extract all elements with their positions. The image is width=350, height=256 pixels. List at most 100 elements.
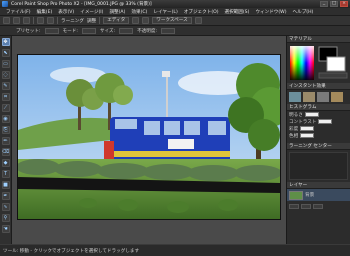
menu-selections[interactable]: 選択範囲(S) (225, 9, 250, 15)
materials-header[interactable]: マテリアル (287, 36, 350, 43)
open-file-icon[interactable] (13, 17, 20, 24)
new-file-icon[interactable] (3, 17, 10, 24)
ruler-icon[interactable] (142, 17, 150, 24)
contrast-field[interactable] (318, 119, 333, 124)
image-canvas[interactable] (17, 54, 281, 220)
toolbar-divider (99, 17, 101, 24)
layer-name: 背景 (305, 193, 315, 198)
layer-thumbnail (289, 190, 303, 200)
preset-dropdown[interactable] (44, 27, 59, 34)
brush-tool-icon[interactable]: ✏ (1, 137, 10, 145)
menu-objects[interactable]: オブジェクト(O) (184, 9, 219, 15)
menu-view[interactable]: 表示(V) (58, 9, 74, 15)
warp-tool-icon[interactable]: ∿ (1, 203, 10, 211)
histogram-header[interactable]: ヒストグラム (287, 104, 350, 111)
grid-icon[interactable] (132, 17, 140, 24)
lasso-tool-icon[interactable]: ◌ (1, 71, 10, 79)
redo-icon[interactable] (47, 17, 54, 24)
shape-tool-icon[interactable]: ■ (1, 181, 10, 189)
materials-panel (287, 43, 350, 83)
straighten-tool-icon[interactable]: ⟋ (1, 104, 10, 112)
hue-label: 色相 (289, 133, 299, 139)
status-text: ツール: 移動 - クリックでオブジェクトを選択してドラッグします (3, 248, 140, 254)
minimize-button[interactable]: _ (320, 1, 328, 7)
instant-effects-header[interactable]: インスタント効果 (287, 83, 350, 90)
maximize-button[interactable]: □ (330, 1, 338, 7)
help-icon[interactable] (194, 17, 202, 24)
close-button[interactable]: × (340, 1, 348, 7)
size-label: サイズ: (99, 28, 116, 34)
workspace-area (12, 36, 286, 244)
saturation-field[interactable] (300, 126, 315, 131)
effect-thumb[interactable] (331, 92, 343, 102)
learning-center-header[interactable]: ラーニング センター (287, 143, 350, 150)
crop-tool-icon[interactable]: ⌗ (1, 93, 10, 101)
app-icon (2, 1, 8, 7)
layer-row[interactable]: 背景 (287, 189, 350, 201)
pan-tool-icon[interactable]: ☚ (1, 225, 10, 233)
move-tool-icon[interactable]: ✥ (1, 38, 10, 46)
mode-label: モード: (62, 28, 78, 34)
clone-tool-icon[interactable]: ⎘ (1, 126, 10, 134)
tools-palette: ✥ ⬉ ▭ ◌ ✎ ⌗ ⟋ ◉ ⎘ ✏ ⌫ ◆ T ■ ✒ ∿ ⚲ ☚ (0, 36, 12, 244)
new-layer-icon[interactable] (289, 204, 299, 209)
learn-label[interactable]: ラーニング (61, 18, 84, 24)
pen-tool-icon[interactable]: ✒ (1, 192, 10, 200)
right-palettes: マテリアル インスタント効果 ヒストグラム 明るさ コントラスト 彩度 色相 ラ… (286, 36, 350, 244)
menu-bar: ファイル(F) 編集(E) 表示(V) イメージ(I) 調整(A) 効果(C) … (0, 8, 350, 16)
contrast-label: コントラスト (289, 119, 317, 125)
selection-tool-icon[interactable]: ▭ (1, 60, 10, 68)
brightness-field[interactable] (304, 112, 319, 117)
preset-label: プリセット: (16, 28, 41, 34)
eraser-tool-icon[interactable]: ⌫ (1, 148, 10, 156)
hue-field[interactable] (300, 133, 315, 138)
adjust-row-brightness: 明るさ (287, 111, 350, 118)
menu-help[interactable]: ヘルプ(H) (293, 9, 314, 15)
workspace-dropdown[interactable]: ワークスペース (152, 17, 192, 24)
status-bar: ツール: 移動 - クリックでオブジェクトを選択してドラッグします (0, 244, 350, 256)
lamp-head (162, 71, 170, 77)
learning-center-body (289, 152, 348, 180)
toolbar-divider (33, 17, 34, 24)
menu-effects[interactable]: 効果(C) (131, 9, 147, 15)
dropper-tool-icon[interactable]: ✎ (1, 82, 10, 90)
pick-tool-icon[interactable]: ⬉ (1, 49, 10, 57)
toolbar-divider (57, 17, 58, 24)
opacity-field[interactable] (161, 27, 176, 34)
delete-layer-icon[interactable] (313, 204, 323, 209)
size-field[interactable] (119, 27, 134, 34)
opacity-label: 不透明度: (137, 28, 158, 34)
menu-file[interactable]: ファイル(F) (6, 9, 31, 15)
photo-landscape (18, 55, 280, 219)
menu-edit[interactable]: 編集(E) (37, 9, 53, 15)
save-icon[interactable] (23, 17, 30, 24)
layer-buttons (287, 203, 350, 210)
fill-tool-icon[interactable]: ◆ (1, 159, 10, 167)
text-tool-icon[interactable]: T (1, 170, 10, 178)
tool-options-bar: プリセット: モード: サイズ: 不透明度: (0, 26, 350, 36)
window-controls: _ □ × (320, 1, 348, 7)
menu-image[interactable]: イメージ(I) (80, 9, 103, 15)
adjust-row-hue: 色相 (287, 132, 350, 139)
layers-header[interactable]: レイヤー (287, 182, 350, 189)
window-title: Corel Paint Shop Pro Photo X2 - [IMG_000… (11, 2, 152, 7)
duplicate-layer-icon[interactable] (301, 204, 311, 209)
adjust-row-saturation: 彩度 (287, 125, 350, 132)
effect-thumb[interactable] (317, 92, 329, 102)
red-eye-tool-icon[interactable]: ◉ (1, 115, 10, 123)
instant-effects-thumbs (287, 90, 350, 104)
standard-toolbar: ラーニング 調整 エディタ ワークスペース (0, 16, 350, 26)
color-wheel-swatch[interactable] (287, 43, 350, 83)
menu-adjust[interactable]: 調整(A) (109, 9, 125, 15)
mode-select[interactable] (81, 27, 96, 34)
saturation-label: 彩度 (289, 126, 299, 132)
effect-thumb[interactable] (303, 92, 315, 102)
menu-layers[interactable]: レイヤー(L) (153, 9, 177, 15)
adjust-label[interactable]: 調整 (87, 18, 96, 24)
zoom-tool-icon[interactable]: ⚲ (1, 214, 10, 222)
undo-icon[interactable] (37, 17, 44, 24)
effect-thumb[interactable] (289, 92, 301, 102)
brightness-label: 明るさ (289, 112, 303, 118)
mode-dropdown[interactable]: エディタ (103, 17, 130, 24)
menu-window[interactable]: ウィンドウ(W) (255, 9, 286, 15)
